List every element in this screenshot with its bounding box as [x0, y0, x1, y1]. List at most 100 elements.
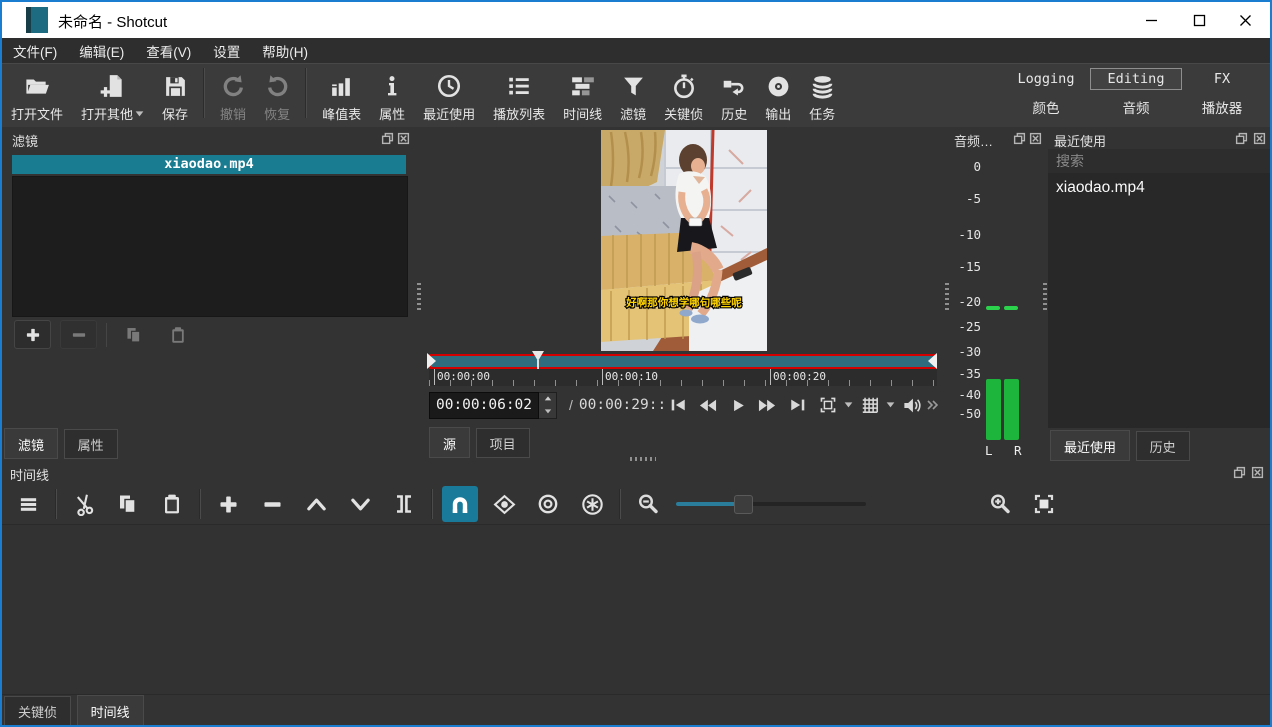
layout-editing[interactable]: Editing — [1090, 68, 1182, 90]
caret-down-icon[interactable] — [843, 402, 855, 408]
lift-button[interactable] — [298, 486, 334, 522]
current-time-input[interactable] — [429, 392, 539, 419]
rewind-button[interactable] — [695, 392, 721, 418]
close-panel-icon[interactable] — [1251, 466, 1264, 479]
menu-file[interactable]: 文件(F) — [2, 41, 68, 61]
overwrite-button[interactable] — [342, 486, 378, 522]
layout-player[interactable]: 播放器 — [1182, 95, 1262, 119]
peak-meter-icon — [329, 71, 354, 101]
copy-button[interactable] — [110, 486, 146, 522]
search-input[interactable] — [1048, 149, 1272, 173]
close-panel-icon[interactable] — [397, 132, 410, 145]
play-button[interactable] — [725, 392, 751, 418]
tab-properties[interactable]: 属性 — [64, 429, 118, 459]
playlist-button[interactable]: 播放列表 — [484, 64, 554, 128]
close-button[interactable] — [1222, 2, 1268, 38]
keyframes-button[interactable]: 关键侦 — [655, 64, 712, 128]
open-file-button[interactable]: 打开文件 — [2, 64, 72, 128]
undo-button[interactable]: 撤销 — [211, 64, 255, 128]
properties-button[interactable]: 属性 — [370, 64, 414, 128]
time-ruler[interactable]: 00:00:00 00:00:10 00:00:20 — [429, 369, 937, 386]
splitter-handle[interactable] — [1043, 283, 1047, 311]
caret-down-icon[interactable] — [885, 402, 897, 408]
toolbar-separator — [199, 489, 201, 519]
close-panel-icon[interactable] — [1029, 132, 1042, 145]
zoom-out-button[interactable] — [630, 486, 666, 522]
redo-button[interactable]: 恢复 — [255, 64, 299, 128]
recent-button[interactable]: 最近使用 — [414, 64, 484, 128]
menu-view[interactable]: 查看(V) — [135, 41, 202, 61]
tab-project[interactable]: 项目 — [476, 428, 530, 458]
timeline-menu-button[interactable] — [10, 486, 46, 522]
tab-history[interactable]: 历史 — [1136, 431, 1190, 461]
tab-source[interactable]: 源 — [429, 427, 470, 458]
volume-button[interactable] — [899, 392, 925, 418]
paste-button[interactable] — [154, 486, 190, 522]
zoom-fit-player-button[interactable] — [815, 392, 841, 418]
timeline-zoom-slider[interactable] — [676, 486, 866, 522]
spin-down-icon[interactable] — [539, 405, 556, 418]
append-button[interactable] — [210, 486, 246, 522]
tab-filters[interactable]: 滤镜 — [4, 428, 58, 459]
copy-filters-button[interactable] — [116, 321, 151, 348]
add-filter-button[interactable] — [14, 320, 51, 349]
recent-panel-title: 最近使用 — [1054, 131, 1106, 150]
redo-icon — [265, 71, 290, 101]
peak-meter-button[interactable]: 峰值表 — [313, 64, 370, 128]
filter-list[interactable] — [12, 176, 408, 317]
grid-button[interactable] — [857, 392, 883, 418]
layout-audio[interactable]: 音频 — [1090, 95, 1182, 119]
menu-settings[interactable]: 设置 — [202, 41, 251, 61]
layout-color[interactable]: 颜色 — [1002, 95, 1090, 119]
zoom-in-button[interactable] — [982, 486, 1018, 522]
save-button[interactable]: 保存 — [153, 64, 197, 128]
layout-logging[interactable]: Logging — [1002, 69, 1090, 89]
float-panel-icon[interactable] — [1013, 132, 1026, 145]
float-panel-icon[interactable] — [1233, 466, 1246, 479]
ripple-delete-button[interactable] — [254, 486, 290, 522]
tab-recent[interactable]: 最近使用 — [1050, 430, 1130, 461]
maximize-button[interactable] — [1176, 2, 1222, 38]
float-panel-icon[interactable] — [381, 132, 394, 145]
slider-handle[interactable] — [734, 495, 753, 514]
timeline-tracks-area[interactable] — [2, 524, 1270, 695]
spin-up-icon[interactable] — [539, 393, 556, 406]
layout-fx[interactable]: FX — [1182, 69, 1262, 89]
splitter-handle[interactable] — [630, 457, 656, 461]
timeline-button[interactable]: 时间线 — [554, 64, 611, 128]
close-panel-icon[interactable] — [1253, 132, 1266, 145]
history-button[interactable]: 历史 — [712, 64, 756, 128]
scrub-while-dragging-button[interactable] — [486, 486, 522, 522]
ripple-all-tracks-button[interactable] — [574, 486, 610, 522]
zoom-fit-button[interactable] — [1026, 486, 1062, 522]
meter-scale-label: -15 — [948, 259, 981, 274]
skip-to-start-button[interactable] — [665, 392, 691, 418]
splitter-handle[interactable] — [417, 283, 421, 311]
paste-filters-button[interactable] — [160, 321, 195, 348]
tab-timeline[interactable]: 时间线 — [77, 695, 144, 726]
remove-filter-button[interactable] — [60, 320, 97, 349]
in-point-marker[interactable] — [427, 353, 436, 369]
menu-help[interactable]: 帮助(H) — [251, 41, 319, 61]
fast-forward-button[interactable] — [755, 392, 781, 418]
tab-keyframes[interactable]: 关键侦 — [4, 696, 71, 726]
titlebar: 未命名 - Shotcut — [2, 2, 1270, 38]
jobs-button[interactable]: 任务 — [800, 64, 844, 128]
scrubber-bar[interactable] — [429, 354, 937, 369]
cut-button[interactable] — [66, 486, 102, 522]
out-point-marker[interactable] — [928, 353, 937, 369]
minimize-button[interactable] — [1128, 2, 1174, 38]
snap-toggle-button[interactable] — [442, 486, 478, 522]
skip-to-end-button[interactable] — [785, 392, 811, 418]
filters-panel-title: 滤镜 — [12, 131, 38, 150]
split-button[interactable] — [386, 486, 422, 522]
filters-button[interactable]: 滤镜 — [611, 64, 655, 128]
export-button[interactable]: 输出 — [756, 64, 800, 128]
float-panel-icon[interactable] — [1235, 132, 1248, 145]
recent-list-item[interactable]: xiaodao.mp4 — [1048, 173, 1272, 203]
menu-edit[interactable]: 编辑(E) — [68, 41, 135, 61]
player-tabs: 源 项目 — [429, 427, 532, 458]
ripple-toggle-button[interactable] — [530, 486, 566, 522]
open-other-button[interactable]: 打开其他 — [72, 64, 153, 128]
player-toolbar-overflow-icon[interactable] — [927, 400, 939, 411]
